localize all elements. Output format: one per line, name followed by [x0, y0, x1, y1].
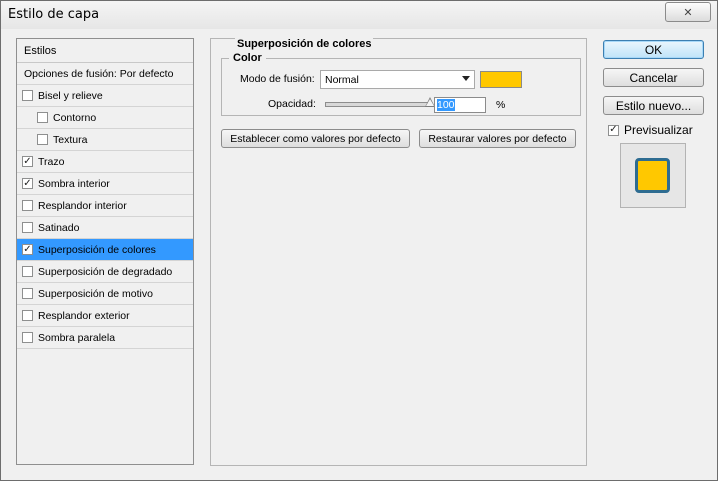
style-item[interactable]: Superposición de motivo	[17, 283, 193, 305]
opacity-slider[interactable]	[325, 102, 430, 107]
style-item[interactable]: Contorno	[17, 107, 193, 129]
preview-label: Previsualizar	[624, 123, 693, 137]
style-item[interactable]: ✓ Superposición de colores	[17, 239, 193, 261]
color-group: Color Modo de fusión: Normal Opacidad: 1…	[221, 52, 581, 116]
style-item[interactable]: Resplandor exterior	[17, 305, 193, 327]
reset-default-label: Restaurar valores por defecto	[428, 132, 567, 145]
ok-button[interactable]: OK	[603, 40, 704, 59]
style-item-checkbox[interactable]	[22, 332, 33, 343]
preview-toggle[interactable]: ✓ Previsualizar	[608, 123, 693, 137]
close-icon: ✕	[683, 6, 693, 19]
style-preview	[620, 143, 686, 208]
style-item-checkbox[interactable]	[37, 112, 48, 123]
color-swatch[interactable]	[480, 71, 522, 88]
color-group-title: Color	[229, 52, 266, 64]
styles-list: Estilos Opciones de fusión: Por defecto …	[16, 38, 194, 465]
cancel-button[interactable]: Cancelar	[603, 68, 704, 87]
opacity-value: 100	[437, 99, 455, 111]
blend-mode-select[interactable]: Normal	[320, 70, 475, 89]
style-item[interactable]: Resplandor interior	[17, 195, 193, 217]
style-item-label: Sombra interior	[38, 177, 110, 190]
reset-default-button[interactable]: Restaurar valores por defecto	[419, 129, 576, 148]
set-default-label: Establecer como valores por defecto	[230, 132, 401, 145]
color-overlay-panel: Superposición de colores Color Modo de f…	[210, 38, 587, 466]
chevron-down-icon	[462, 76, 470, 81]
styles-header[interactable]: Estilos	[17, 39, 193, 63]
preview-checkbox[interactable]: ✓	[608, 124, 619, 136]
section-title: Superposición de colores	[235, 38, 374, 50]
style-item-label: Resplandor exterior	[38, 309, 130, 322]
style-item-label: Trazo	[38, 155, 65, 168]
style-item-checkbox[interactable]	[22, 288, 33, 299]
style-item-label: Bisel y relieve	[38, 89, 103, 102]
style-item[interactable]: Satinado	[17, 217, 193, 239]
style-item-label: Contorno	[53, 111, 97, 124]
style-item-label: Superposición de colores	[38, 243, 156, 256]
style-item-checkbox[interactable]	[22, 222, 33, 233]
style-item-checkbox[interactable]	[22, 310, 33, 321]
blend-options-label: Opciones de fusión: Por defecto	[24, 67, 174, 80]
new-style-button[interactable]: Estilo nuevo...	[603, 96, 704, 115]
blend-mode-label: Modo de fusión:	[240, 73, 315, 85]
blend-options-item[interactable]: Opciones de fusión: Por defecto	[17, 63, 193, 85]
set-default-button[interactable]: Establecer como valores por defecto	[221, 129, 410, 148]
style-item-label: Superposición de degradado	[38, 265, 173, 278]
style-item-checkbox[interactable]: ✓	[22, 178, 33, 189]
style-item-label: Superposición de motivo	[38, 287, 153, 300]
style-item-checkbox[interactable]: ✓	[22, 244, 33, 255]
cancel-label: Cancelar	[629, 70, 678, 85]
style-item[interactable]: ✓ Sombra interior	[17, 173, 193, 195]
opacity-input[interactable]: 100	[434, 97, 486, 113]
close-button[interactable]: ✕	[665, 2, 711, 22]
style-item-label: Resplandor interior	[38, 199, 127, 212]
window-title: Estilo de capa	[8, 7, 100, 22]
opacity-label: Opacidad:	[268, 98, 316, 110]
style-item[interactable]: Sombra paralela	[17, 327, 193, 349]
layer-style-dialog: Estilo de capa ✕ Estilos Opciones de fus…	[0, 0, 718, 481]
style-item-checkbox[interactable]	[22, 90, 33, 101]
style-item-checkbox[interactable]	[37, 134, 48, 145]
style-item[interactable]: ✓ Trazo	[17, 151, 193, 173]
new-style-label: Estilo nuevo...	[615, 98, 692, 113]
style-item-checkbox[interactable]	[22, 266, 33, 277]
style-item-label: Sombra paralela	[38, 331, 116, 344]
style-item[interactable]: Textura	[17, 129, 193, 151]
style-item-checkbox[interactable]: ✓	[22, 156, 33, 167]
ok-label: OK	[644, 42, 663, 57]
preview-thumbnail	[635, 158, 670, 193]
style-item-label: Satinado	[38, 221, 80, 234]
style-item[interactable]: Bisel y relieve	[17, 85, 193, 107]
style-item-label: Textura	[53, 133, 88, 146]
style-item-checkbox[interactable]	[22, 200, 33, 211]
title-bar[interactable]: Estilo de capa ✕	[1, 1, 717, 29]
opacity-unit: %	[496, 99, 506, 111]
style-item[interactable]: Superposición de degradado	[17, 261, 193, 283]
blend-mode-value: Normal	[325, 74, 359, 86]
